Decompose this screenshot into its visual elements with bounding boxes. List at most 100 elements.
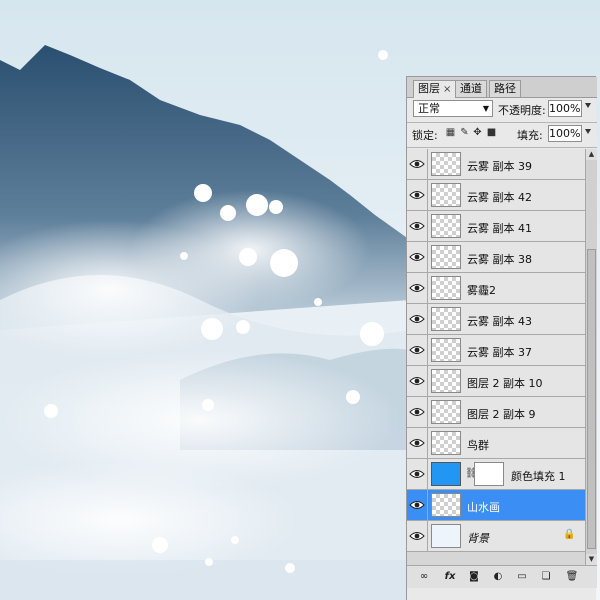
layer-row[interactable]: 图层 2 副本 10 (407, 366, 585, 397)
layers-scrollbar[interactable]: ▲ ▼ (585, 149, 597, 565)
layer-thumbnail (431, 245, 461, 269)
divider (407, 147, 597, 148)
layer-name: 山水画 (467, 501, 500, 514)
new-layer-icon[interactable]: ❏ (539, 570, 553, 584)
tab-paths-label: 路径 (494, 82, 516, 95)
lock-label: 锁定: (412, 129, 438, 142)
eye-icon[interactable] (409, 467, 425, 481)
layer-name: 云雾 副本 42 (467, 191, 532, 204)
layer-row[interactable]: 云雾 副本 37 (407, 335, 585, 366)
divider (427, 149, 428, 180)
scroll-up-icon[interactable]: ▲ (586, 149, 597, 160)
scroll-down-icon[interactable]: ▼ (586, 554, 597, 565)
layer-name: 云雾 副本 39 (467, 160, 532, 173)
fx-icon[interactable]: fx (443, 570, 457, 584)
tab-layers-label: 图层 (418, 82, 440, 95)
divider (427, 335, 428, 366)
layer-row[interactable]: 云雾 副本 38 (407, 242, 585, 273)
lock-icon: 🔒 (563, 529, 576, 540)
blend-mode-select[interactable]: 正常 ▼ (413, 100, 493, 117)
eye-icon[interactable] (409, 405, 425, 419)
layer-mask-thumbnail[interactable] (474, 462, 504, 486)
layer-row[interactable]: 云雾 副本 41 (407, 211, 585, 242)
trash-icon[interactable]: 🗑 (565, 570, 579, 584)
eye-icon[interactable] (409, 157, 425, 171)
layer-row[interactable]: 鸟群 (407, 428, 585, 459)
layer-thumbnail (431, 524, 461, 548)
opacity-dropdown-icon[interactable] (585, 103, 591, 108)
eye-icon[interactable] (409, 312, 425, 326)
layer-name: 云雾 副本 43 (467, 315, 532, 328)
layer-thumbnail (431, 400, 461, 424)
divider (427, 366, 428, 397)
eye-icon[interactable] (409, 436, 425, 450)
scroll-thumb[interactable] (587, 249, 596, 549)
blend-mode-value: 正常 (418, 102, 440, 115)
layer-row[interactable]: 图层 2 副本 9 (407, 397, 585, 428)
divider (427, 304, 428, 335)
divider (427, 521, 428, 552)
layer-row[interactable]: 云雾 副本 42 (407, 180, 585, 211)
tab-paths[interactable]: 路径 (489, 80, 521, 97)
eye-icon[interactable] (409, 281, 425, 295)
opacity-field[interactable]: 100% (548, 100, 582, 117)
divider (427, 273, 428, 304)
divider (427, 397, 428, 428)
divider (427, 242, 428, 273)
divider (427, 490, 428, 521)
lock-all-icon[interactable]: ■ (486, 127, 497, 138)
layer-thumbnail (431, 462, 461, 486)
eye-icon[interactable] (409, 498, 425, 512)
eye-icon[interactable] (409, 219, 425, 233)
layer-thumbnail (431, 338, 461, 362)
layers-panel: 图层 × 通道 路径 正常 ▼ 不透明度: 100% 锁定: ▦ ✎ ✥ ■ 填充:… (406, 76, 597, 600)
layer-name: 颜色填充 1 (511, 470, 566, 483)
layer-thumbnail (431, 431, 461, 455)
layer-name: 图层 2 副本 9 (467, 408, 536, 421)
layer-thumbnail (431, 152, 461, 176)
layer-name: 云雾 副本 41 (467, 222, 532, 235)
layer-name: 背景 (467, 532, 489, 545)
layer-row[interactable]: 雾霾2 (407, 273, 585, 304)
panel-tabs: 图层 × 通道 路径 (407, 77, 597, 98)
layer-thumbnail (431, 183, 461, 207)
layer-row-selected[interactable]: 山水画 (407, 490, 585, 521)
divider (427, 180, 428, 211)
adjustment-icon[interactable]: ◐ (491, 570, 505, 584)
divider (427, 428, 428, 459)
fill-label: 填充: (517, 129, 543, 142)
eye-icon[interactable] (409, 250, 425, 264)
panel-bottom-toolbar: ∞ fx ◙ ◐ ▭ ❏ 🗑 (407, 565, 597, 588)
link-layers-icon[interactable]: ∞ (417, 570, 431, 584)
tab-channels[interactable]: 通道 (455, 80, 487, 97)
lock-row: 锁定: ▦ ✎ ✥ ■ 填充: 100% (407, 123, 597, 145)
eye-icon[interactable] (409, 529, 425, 543)
layer-row[interactable]: 云雾 副本 43 (407, 304, 585, 335)
folder-icon[interactable]: ▭ (515, 570, 529, 584)
tab-channels-label: 通道 (460, 82, 482, 95)
eye-icon[interactable] (409, 343, 425, 357)
lock-transparent-icon[interactable]: ▦ (445, 127, 456, 138)
fill-dropdown-icon[interactable] (585, 129, 591, 134)
eye-icon[interactable] (409, 188, 425, 202)
lock-pixels-icon[interactable]: ✎ (459, 127, 470, 138)
layer-thumbnail (431, 307, 461, 331)
divider (427, 459, 428, 490)
layer-name: 图层 2 副本 10 (467, 377, 543, 390)
layer-row[interactable]: 背景 🔒 (407, 521, 585, 552)
layer-row[interactable]: 云雾 副本 39 (407, 149, 585, 180)
layers-list: 云雾 副本 39 云雾 副本 42 云雾 副本 41 云雾 副本 38 雾霾2 (407, 149, 585, 565)
layer-thumbnail (431, 276, 461, 300)
layer-thumbnail (431, 369, 461, 393)
chevron-down-icon: ▼ (482, 104, 489, 113)
layer-row[interactable]: ⛓ 颜色填充 1 (407, 459, 585, 490)
eye-icon[interactable] (409, 374, 425, 388)
mask-icon[interactable]: ◙ (467, 570, 481, 584)
layer-name: 云雾 副本 38 (467, 253, 532, 266)
lock-position-icon[interactable]: ✥ (472, 127, 483, 138)
close-icon[interactable]: × (443, 84, 451, 95)
tab-layers[interactable]: 图层 × (413, 80, 457, 98)
fill-field[interactable]: 100% (548, 125, 582, 142)
opacity-label: 不透明度: (498, 104, 546, 117)
layer-thumbnail (431, 493, 461, 517)
